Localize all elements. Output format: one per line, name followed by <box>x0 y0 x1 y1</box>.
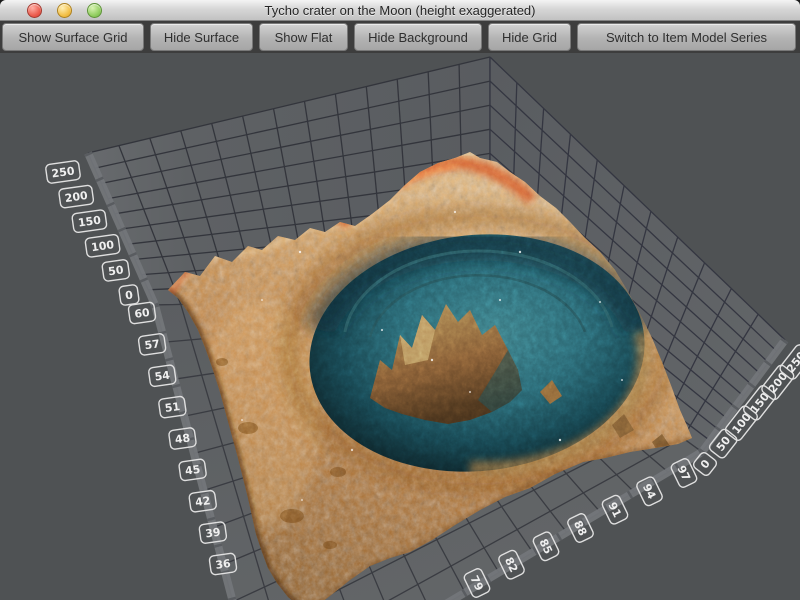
window-title: Tycho crater on the Moon (height exagger… <box>0 3 800 18</box>
axis-tick-label-text: 60 <box>134 306 151 321</box>
app-window: 2502001501005006057545148454239367982858… <box>0 0 800 600</box>
axis-tick-label-text: 36 <box>215 557 232 572</box>
axis-tick-label-text: 51 <box>164 400 181 415</box>
axis-tick-label-text: 45 <box>184 463 201 478</box>
axis-tick-label-text: 57 <box>144 337 161 352</box>
axis-tick-label-text: 48 <box>174 431 191 446</box>
axis-tick-label-text: 50 <box>107 263 124 278</box>
hide-surface-button[interactable]: Hide Surface <box>150 23 253 51</box>
traffic-lights <box>0 0 102 20</box>
minimize-button[interactable] <box>57 3 72 18</box>
axis-tick-label-text: 54 <box>154 369 171 384</box>
toolbar: Show Surface Grid Hide Surface Show Flat… <box>0 21 800 53</box>
axis-tick-label-text: 39 <box>204 526 221 541</box>
show-flat-button[interactable]: Show Flat <box>259 23 348 51</box>
surface-plot-3d[interactable]: 2502001501005006057545148454239367982858… <box>0 0 800 600</box>
close-button[interactable] <box>27 3 42 18</box>
zoom-button[interactable] <box>87 3 102 18</box>
switch-to-item-model-series-button[interactable]: Switch to Item Model Series <box>577 23 796 51</box>
show-surface-grid-button[interactable]: Show Surface Grid <box>2 23 144 51</box>
titlebar[interactable]: Tycho crater on the Moon (height exagger… <box>0 0 800 21</box>
axis-tick-label-text: 42 <box>194 494 211 509</box>
hide-grid-button[interactable]: Hide Grid <box>488 23 571 51</box>
hide-background-button[interactable]: Hide Background <box>354 23 482 51</box>
